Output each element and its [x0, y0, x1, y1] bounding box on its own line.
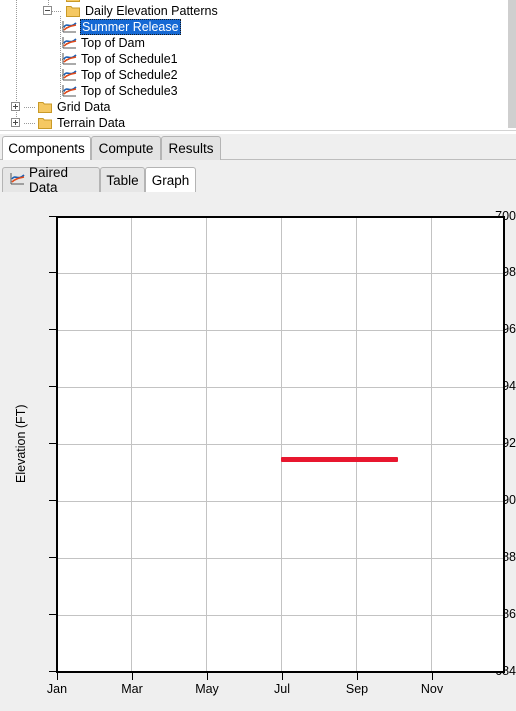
y-axis-tick-mark — [49, 272, 56, 273]
series-line-summer-release — [281, 457, 398, 462]
tree-item-grid-data[interactable]: Grid Data — [0, 99, 440, 115]
sub-tab-strip: Paired Data Table Graph — [0, 160, 516, 195]
tree-vertical-scrollbar[interactable] — [508, 0, 516, 128]
tree-item-top-of-schedule3[interactable]: Top of Schedule3 — [0, 83, 440, 99]
paired-data-curve-icon — [62, 36, 77, 49]
main-tab-strip: Components Compute Results — [0, 134, 516, 160]
tree-guide-line — [24, 107, 36, 108]
tab-label: Graph — [151, 172, 190, 188]
y-axis-tick-mark — [49, 557, 56, 558]
x-axis-tick-label: Nov — [420, 682, 444, 696]
tree-item-label: Top of Dam — [81, 36, 145, 50]
paired-data-curve-icon — [62, 52, 77, 65]
tab-paired-data[interactable]: Paired Data — [2, 165, 100, 195]
expander-minus-icon[interactable] — [43, 6, 52, 15]
tab-label: Paired Data — [29, 165, 69, 195]
tab-label: Compute — [98, 141, 154, 156]
y-axis-tick-mark — [49, 614, 56, 615]
expander-plus-icon[interactable] — [11, 102, 20, 111]
tree-item-summer-release[interactable]: Summer Release — [0, 19, 440, 35]
application-window: Daily Elevation Patterns Summer Release — [0, 0, 516, 711]
paired-data-curve-icon — [62, 20, 77, 33]
grid-line-vertical — [431, 218, 432, 671]
x-axis-tick-mark — [57, 673, 58, 680]
folder-icon — [38, 101, 52, 113]
tab-label: Components — [8, 141, 85, 156]
tree-item-terrain-data[interactable]: Terrain Data — [0, 115, 440, 131]
tab-label: Table — [106, 172, 139, 188]
tree-item-top-of-dam[interactable]: Top of Dam — [0, 35, 440, 51]
tree-guide-line — [24, 123, 36, 124]
tree-item-label: Daily Elevation Patterns — [85, 4, 218, 18]
tree-item-label: Summer Release — [80, 19, 181, 35]
x-axis-tick-mark — [282, 673, 283, 680]
y-axis-tick-mark — [49, 671, 56, 672]
grid-line-vertical — [131, 218, 132, 671]
y-axis-tick-mark — [49, 216, 56, 217]
y-axis-title: Elevation (FT) — [14, 404, 28, 484]
y-axis-tick-mark — [49, 443, 56, 444]
tree-item-label: Top of Schedule2 — [81, 68, 178, 82]
graph-panel: Elevation (FT) 700 698 696 694 692 690 6… — [0, 193, 516, 711]
tree-item-label: Terrain Data — [57, 116, 126, 130]
x-axis-tick-mark — [357, 673, 358, 680]
tab-graph[interactable]: Graph — [145, 167, 196, 192]
x-axis-tick-mark — [207, 673, 208, 680]
tab-results[interactable]: Results — [161, 136, 221, 160]
panel-divider — [0, 130, 516, 131]
y-axis-tick-mark — [49, 329, 56, 330]
tab-label: Results — [168, 141, 214, 156]
tree-item-label: Grid Data — [57, 100, 111, 114]
x-axis-tick-label: Jan — [46, 682, 68, 696]
tree-guide-line — [52, 11, 62, 12]
paired-data-curve-icon — [10, 172, 25, 188]
tree-item-top-of-schedule1[interactable]: Top of Schedule1 — [0, 51, 440, 67]
folder-icon — [38, 117, 52, 129]
plot-area[interactable] — [56, 216, 505, 673]
expander-plus-icon[interactable] — [11, 118, 20, 127]
tab-compute[interactable]: Compute — [91, 136, 161, 160]
y-axis-tick-mark — [49, 500, 56, 501]
tree-item-daily-elevation-patterns[interactable]: Daily Elevation Patterns — [0, 3, 440, 19]
grid-line-vertical — [356, 218, 357, 671]
grid-line-vertical — [206, 218, 207, 671]
x-axis-tick-label: May — [195, 682, 219, 696]
tree-item-label: Top of Schedule3 — [81, 84, 178, 98]
x-axis-tick-mark — [432, 673, 433, 680]
folder-icon — [66, 0, 80, 2]
x-axis-tick-label: Sep — [345, 682, 369, 696]
paired-data-curve-icon — [62, 68, 77, 81]
paired-data-curve-icon — [62, 84, 77, 97]
tree-item-label: Top of Schedule1 — [81, 52, 178, 66]
tab-components[interactable]: Components — [2, 136, 91, 160]
x-axis-tick-mark — [132, 673, 133, 680]
x-axis-tick-label: Jul — [274, 682, 290, 696]
project-tree-panel[interactable]: Daily Elevation Patterns Summer Release — [0, 0, 516, 134]
x-axis-tick-label: Mar — [121, 682, 143, 696]
y-axis-tick-mark — [49, 386, 56, 387]
folder-icon — [66, 5, 80, 17]
tree-item-top-of-schedule2[interactable]: Top of Schedule2 — [0, 67, 440, 83]
grid-line-vertical — [281, 218, 282, 671]
tab-table[interactable]: Table — [100, 167, 145, 192]
